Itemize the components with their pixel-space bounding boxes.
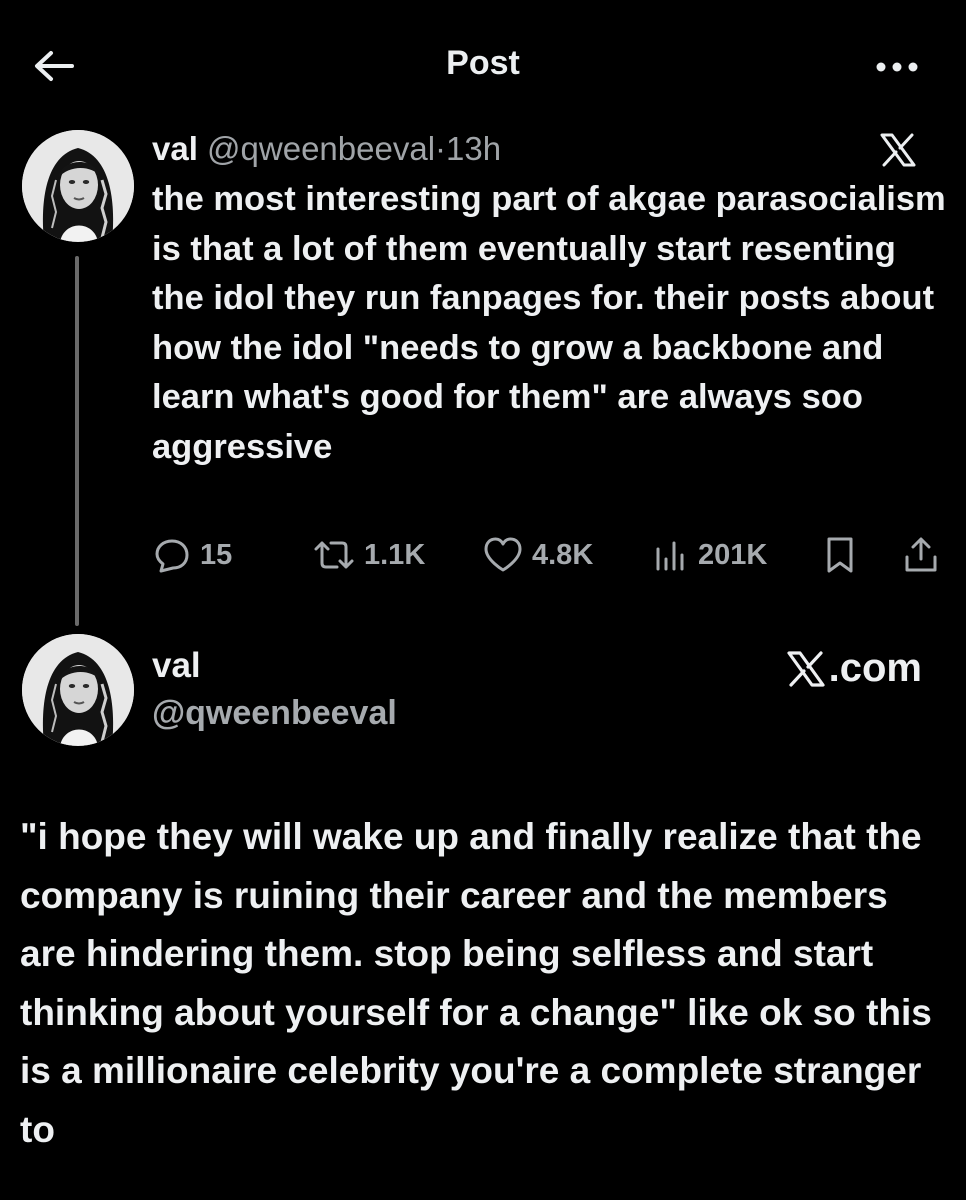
quoted-author-name[interactable]: val xyxy=(152,646,201,686)
quoted-avatar[interactable] xyxy=(22,634,134,746)
like-button[interactable]: 4.8K xyxy=(482,530,593,580)
x-logo-icon xyxy=(787,650,825,687)
views-bar-chart-icon xyxy=(656,541,684,571)
reply-button[interactable]: 15 xyxy=(152,530,232,580)
page-title: Post xyxy=(446,44,520,82)
avatar-photo xyxy=(22,130,134,242)
more-horizontal-icon xyxy=(876,62,918,72)
source-domain-text: .com xyxy=(828,646,922,690)
bookmark-icon xyxy=(827,537,853,573)
view-count: 201K xyxy=(698,538,768,571)
reply-count: 15 xyxy=(200,538,233,571)
avatar-photo xyxy=(22,634,134,746)
more-options-button[interactable] xyxy=(872,52,922,82)
share-icon xyxy=(905,537,937,572)
quoted-author-handle[interactable]: @qweenbeeval xyxy=(152,694,397,733)
like-count: 4.8K xyxy=(532,538,594,571)
thread-connector-line xyxy=(75,256,79,626)
share-button[interactable] xyxy=(902,530,940,580)
repost-button[interactable]: 1.1K xyxy=(312,530,425,580)
x-logo-icon xyxy=(880,133,916,167)
repost-icon xyxy=(314,541,354,569)
top-bar: Post xyxy=(0,0,966,130)
separator-dot: · xyxy=(435,130,447,167)
post-time[interactable]: 13h xyxy=(446,130,501,167)
avatar[interactable] xyxy=(22,130,134,242)
heart-icon xyxy=(484,537,522,572)
quoted-text: "i hope they will wake up and finally re… xyxy=(20,816,932,1150)
author-handle[interactable]: @qweenbeeval xyxy=(207,130,435,167)
tweet-header: val @qweenbeeval·13h xyxy=(152,128,501,170)
reply-icon xyxy=(155,539,189,573)
source-domain: .com xyxy=(785,646,922,691)
author-name[interactable]: val xyxy=(152,130,198,167)
bookmark-button[interactable] xyxy=(822,530,858,580)
repost-count: 1.1K xyxy=(364,538,426,571)
tweet-action-bar: 15 1.1K 4.8K 201K xyxy=(152,530,942,580)
tweet-text: the most interesting part of akgae paras… xyxy=(152,180,946,466)
views-button[interactable]: 201K xyxy=(652,530,767,580)
